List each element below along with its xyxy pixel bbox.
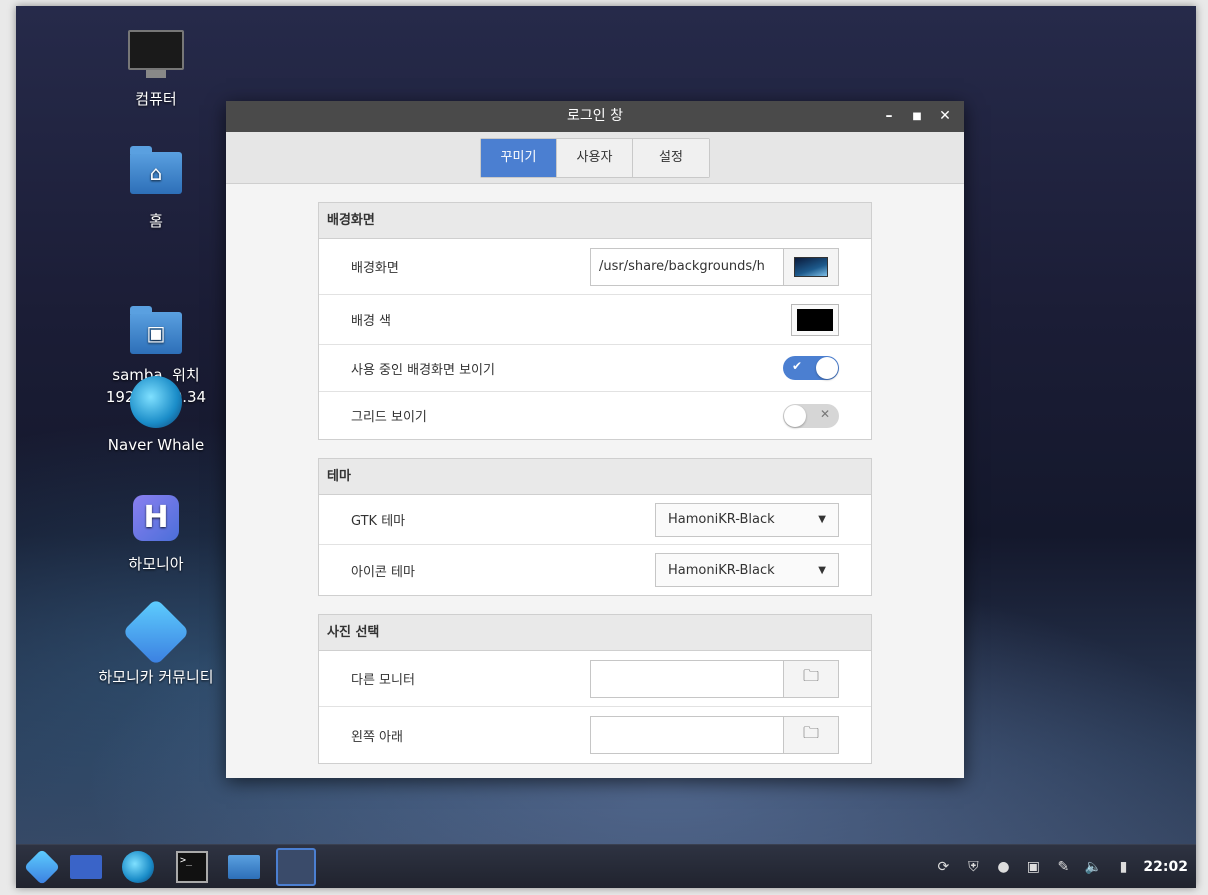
computer-icon [128, 30, 184, 82]
other-monitor-browse-button[interactable]: 🗀 [783, 659, 839, 698]
shield-icon[interactable]: ⛨ [963, 859, 983, 875]
home-folder-icon: ⌂ [128, 146, 184, 204]
pen-icon[interactable]: ✎ [1053, 859, 1073, 875]
start-menu-icon[interactable] [23, 848, 61, 886]
icon-theme-label: 아이콘 테마 [351, 564, 415, 580]
titlebar[interactable]: 로그인 창 – ■ ✕ [226, 101, 964, 132]
volume-icon[interactable]: 🔈 [1083, 859, 1103, 875]
desktop-icon-naver-whale[interactable]: Naver Whale [76, 376, 236, 456]
background-section: 배경화면 배경화면 /usr/share/backgrounds/h 배경 색 [318, 202, 872, 440]
background-color-label: 배경 색 [351, 314, 392, 329]
screenshot-icon[interactable]: ▣ [1023, 859, 1043, 875]
desktop-icon-community[interactable]: 하모니카 커뮤니티 [76, 598, 236, 688]
desktop-icon-label: 하모니아 [128, 555, 184, 573]
window-title: 로그인 창 [567, 108, 623, 124]
bottom-left-label: 왼쪽 아래 [351, 729, 403, 745]
folder-open-icon: 🗀 [802, 666, 819, 685]
desktop-icon-label: 하모니카 커뮤니티 [98, 668, 214, 686]
icon-theme-row: 아이콘 테마 HamoniKR-Black ▼ [319, 545, 871, 595]
check-icon: ✔ [792, 359, 803, 373]
section-header: 테마 [319, 459, 871, 495]
other-monitor-field[interactable] [590, 659, 783, 698]
wallpaper-thumbnail [794, 256, 828, 277]
section-header: 배경화면 [319, 203, 871, 239]
login-window: 로그인 창 – ■ ✕ 꾸미기 사용자 설정 배경화면 배경화면 /usr/sh… [226, 101, 964, 778]
desktop-icon-label: Naver Whale [107, 436, 205, 454]
maximize-button[interactable]: ■ [910, 101, 924, 132]
login-window-taskbar-item[interactable] [276, 848, 316, 886]
gtk-theme-label: GTK 테마 [351, 514, 406, 529]
icon-theme-value: HamoniKR-Black [668, 562, 775, 578]
photo-section: 사진 선택 다른 모니터 🗀 왼쪽 아래 🗀 [318, 614, 872, 764]
tab-bar: 꾸미기 사용자 설정 [226, 132, 964, 184]
network-folder-icon: ▣ [128, 284, 184, 354]
hamonia-icon: H [128, 495, 184, 547]
user-avatar-icon[interactable]: ● [993, 859, 1013, 875]
minimize-button[interactable]: – [882, 101, 896, 132]
other-monitor-label: 다른 모니터 [351, 673, 415, 688]
show-current-wallpaper-label: 사용 중인 배경화면 보이기 [351, 362, 495, 378]
show-desktop-icon[interactable] [70, 855, 102, 879]
desktop-icon-label: 홈 [149, 212, 163, 230]
naver-whale-taskbar-icon[interactable] [122, 851, 154, 883]
system-tray: ⟳ ⛨ ● ▣ ✎ 🔈 ▮ 22:02 [933, 845, 1188, 888]
bottom-left-row: 왼쪽 아래 🗀 [319, 707, 871, 763]
background-color-button[interactable] [791, 303, 839, 336]
sync-icon[interactable]: ⟳ [933, 859, 953, 875]
naver-whale-icon [128, 376, 184, 428]
icon-theme-dropdown[interactable]: HamoniKR-Black ▼ [655, 553, 839, 587]
theme-section: 테마 GTK 테마 HamoniKR-Black ▼ 아이콘 테마 Hamoni… [318, 458, 872, 596]
tab-users[interactable]: 사용자 [557, 138, 633, 177]
battery-icon[interactable]: ▮ [1113, 859, 1133, 875]
x-icon: ✕ [819, 406, 830, 421]
color-swatch [797, 308, 833, 331]
hamonikr-community-icon [122, 598, 190, 666]
gtk-theme-row: GTK 테마 HamoniKR-Black ▼ [319, 495, 871, 545]
tab-settings[interactable]: 설정 [633, 138, 709, 177]
desktop-icon-hamonia[interactable]: H 하모니아 [76, 492, 236, 575]
close-button[interactable]: ✕ [938, 101, 952, 132]
show-grid-row: 그리드 보이기 ✕ [319, 392, 871, 439]
clock[interactable]: 22:02 [1143, 859, 1188, 875]
caret-down-icon: ▼ [818, 514, 826, 525]
show-grid-label: 그리드 보이기 [351, 410, 427, 425]
wallpaper-row: 배경화면 /usr/share/backgrounds/h [319, 239, 871, 295]
caret-down-icon: ▼ [818, 564, 826, 576]
section-header: 사진 선택 [319, 615, 871, 651]
terminal-icon[interactable]: >_ [176, 851, 208, 883]
desktop-icon-label: 컴퓨터 [135, 90, 177, 108]
folder-open-icon: 🗀 [802, 722, 819, 742]
settings-content: 배경화면 배경화면 /usr/share/backgrounds/h 배경 색 [226, 184, 964, 764]
background-color-row: 배경 색 [319, 295, 871, 345]
bottom-left-browse-button[interactable]: 🗀 [783, 716, 839, 754]
tab-customize[interactable]: 꾸미기 [481, 138, 557, 177]
show-current-wallpaper-toggle[interactable]: ✔ [783, 356, 839, 380]
bottom-left-field[interactable] [590, 716, 783, 754]
show-current-wallpaper-row: 사용 중인 배경화면 보이기 ✔ [319, 345, 871, 392]
wallpaper-label: 배경화면 [351, 261, 399, 276]
taskbar: >_ ⟳ ⛨ ● ▣ ✎ 🔈 ▮ 22:02 [16, 844, 1196, 888]
wallpaper-chooser-button[interactable] [783, 247, 839, 286]
other-monitor-row: 다른 모니터 🗀 [319, 651, 871, 707]
gtk-theme-value: HamoniKR-Black [668, 512, 775, 527]
file-manager-icon[interactable] [228, 855, 260, 879]
wallpaper-path-field[interactable]: /usr/share/backgrounds/h [590, 247, 783, 286]
desktop-icon-computer[interactable]: 컴퓨터 [76, 30, 236, 110]
desktop-icon-home[interactable]: ⌂ 홈 [76, 146, 236, 232]
gtk-theme-dropdown[interactable]: HamoniKR-Black ▼ [655, 502, 839, 537]
desktop: 컴퓨터 ⌂ 홈 ▣ samba, 위치 192.168.0.34 Naver W… [16, 6, 1196, 888]
show-grid-toggle[interactable]: ✕ [783, 403, 839, 428]
